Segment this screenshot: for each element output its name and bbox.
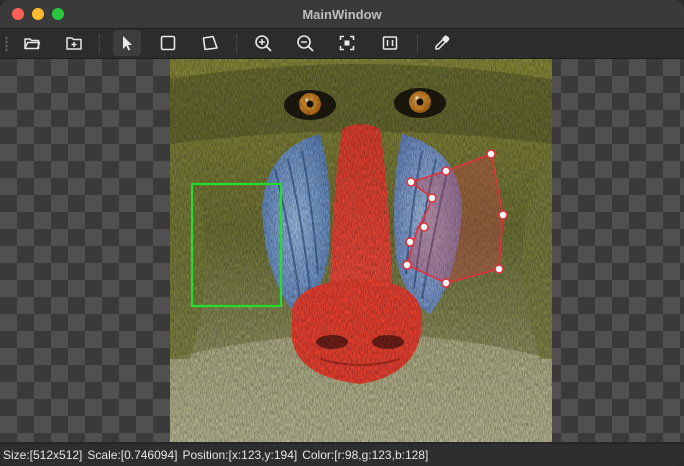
rectangle-tool-button[interactable] xyxy=(154,30,182,56)
mandrill-photo-drawing xyxy=(170,59,552,442)
color-picker-button[interactable] xyxy=(428,30,456,56)
window-title: MainWindow xyxy=(302,7,382,22)
toolbar-separator xyxy=(99,35,101,53)
zoom-in-icon xyxy=(255,35,272,52)
status-position: Position:[x:123,y:194] xyxy=(182,448,298,462)
main-window: MainWindow Size:[512x512] Scale:[0.74609… xyxy=(0,0,684,466)
zoom-in-button[interactable] xyxy=(249,30,277,56)
add-file-button[interactable] xyxy=(60,30,88,56)
title-bar[interactable]: MainWindow xyxy=(0,0,684,29)
polygon-tool-button[interactable] xyxy=(196,30,224,56)
zoom-out-button[interactable] xyxy=(291,30,319,56)
toolbar-separator xyxy=(417,35,419,53)
select-pointer-icon xyxy=(123,36,132,51)
status-size: Size:[512x512] xyxy=(3,448,83,462)
actual-size-icon xyxy=(382,36,398,50)
fit-to-window-button[interactable] xyxy=(333,30,361,56)
zoom-out-icon xyxy=(297,35,314,52)
mandrill-image[interactable] xyxy=(170,59,552,442)
status-bar: Size:[512x512] Scale:[0.746094] Position:[… xyxy=(0,443,684,466)
add-file-icon xyxy=(66,37,82,50)
toolbar-grip[interactable] xyxy=(5,36,8,52)
open-folder-button[interactable] xyxy=(18,30,46,56)
status-color: Color:[r:98,g:123,b:128] xyxy=(302,448,429,462)
select-pointer-button[interactable] xyxy=(113,30,141,56)
image-canvas[interactable] xyxy=(0,59,684,442)
actual-size-button[interactable] xyxy=(376,30,404,56)
fit-to-window-icon xyxy=(339,35,355,51)
polygon-tool-icon xyxy=(202,35,218,51)
status-scale: Scale:[0.746094] xyxy=(87,448,178,462)
open-folder-icon xyxy=(24,38,41,50)
color-picker-icon xyxy=(435,35,450,50)
rectangle-tool-icon xyxy=(160,35,176,51)
toolbar xyxy=(0,29,684,59)
toolbar-separator xyxy=(236,35,238,53)
